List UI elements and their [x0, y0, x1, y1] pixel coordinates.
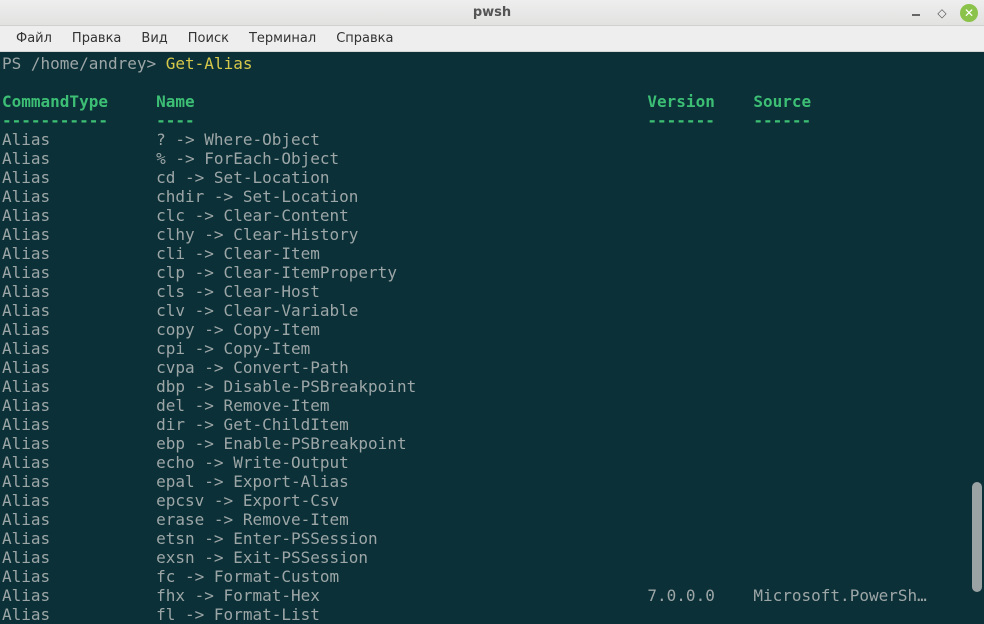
- table-row: Alias del -> Remove-Item: [2, 396, 753, 415]
- table-row: Alias cpi -> Copy-Item: [2, 339, 753, 358]
- scrollbar-thumb[interactable]: [972, 482, 982, 592]
- prompt: PS /home/andrey>: [2, 54, 166, 73]
- table-row: Alias epcsv -> Export-Csv: [2, 491, 753, 510]
- table-row: Alias ? -> Where-Object: [2, 130, 753, 149]
- window-title: pwsh: [0, 5, 984, 20]
- terminal-output[interactable]: PS /home/andrey> Get-Alias CommandType N…: [0, 52, 984, 624]
- table-row: Alias copy -> Copy-Item: [2, 320, 753, 339]
- table-row: Alias echo -> Write-Output: [2, 453, 753, 472]
- menu-item-1[interactable]: Правка: [62, 27, 131, 50]
- menu-item-5[interactable]: Справка: [326, 27, 403, 50]
- table-row: Alias clp -> Clear-ItemProperty: [2, 263, 753, 282]
- window-titlebar: pwsh ◇ ✕: [0, 0, 984, 26]
- table-row: Alias fc -> Format-Custom: [2, 567, 753, 586]
- table-row: Alias chdir -> Set-Location: [2, 187, 753, 206]
- table-row: Alias fl -> Format-List: [2, 605, 753, 624]
- table-row: Alias fhx -> Format-Hex 7.0.0.0 Microsof…: [2, 586, 927, 605]
- table-row: Alias epal -> Export-Alias: [2, 472, 753, 491]
- table-row: Alias etsn -> Enter-PSSession: [2, 529, 753, 548]
- table-row: Alias clv -> Clear-Variable: [2, 301, 753, 320]
- menubar: ФайлПравкаВидПоискТерминалСправка: [0, 26, 984, 52]
- table-row: Alias clc -> Clear-Content: [2, 206, 753, 225]
- menu-item-4[interactable]: Терминал: [239, 27, 326, 50]
- table-row: Alias erase -> Remove-Item: [2, 510, 753, 529]
- table-row: Alias cd -> Set-Location: [2, 168, 753, 187]
- table-row: Alias dbp -> Disable-PSBreakpoint: [2, 377, 753, 396]
- table-row: Alias ebp -> Enable-PSBreakpoint: [2, 434, 753, 453]
- maximize-button[interactable]: ◇: [934, 5, 950, 21]
- table-row: Alias % -> ForEach-Object: [2, 149, 753, 168]
- command: Get-Alias: [166, 54, 253, 73]
- minimize-button[interactable]: [908, 5, 924, 21]
- table-row: Alias exsn -> Exit-PSSession: [2, 548, 753, 567]
- menu-item-2[interactable]: Вид: [131, 27, 177, 50]
- table-row: Alias clhy -> Clear-History: [2, 225, 753, 244]
- menu-item-3[interactable]: Поиск: [178, 27, 239, 50]
- table-row: Alias cvpa -> Convert-Path: [2, 358, 753, 377]
- header-separator: ----------- ---- ------- ------: [2, 111, 811, 130]
- table-row: Alias cli -> Clear-Item: [2, 244, 753, 263]
- window-controls: ◇ ✕: [908, 4, 978, 22]
- header-row: CommandType Name Version Source: [2, 92, 811, 111]
- menu-item-0[interactable]: Файл: [6, 27, 62, 50]
- table-row: Alias cls -> Clear-Host: [2, 282, 753, 301]
- terminal-area[interactable]: PS /home/andrey> Get-Alias CommandType N…: [0, 52, 984, 624]
- table-row: Alias dir -> Get-ChildItem: [2, 415, 753, 434]
- close-button[interactable]: ✕: [960, 4, 978, 22]
